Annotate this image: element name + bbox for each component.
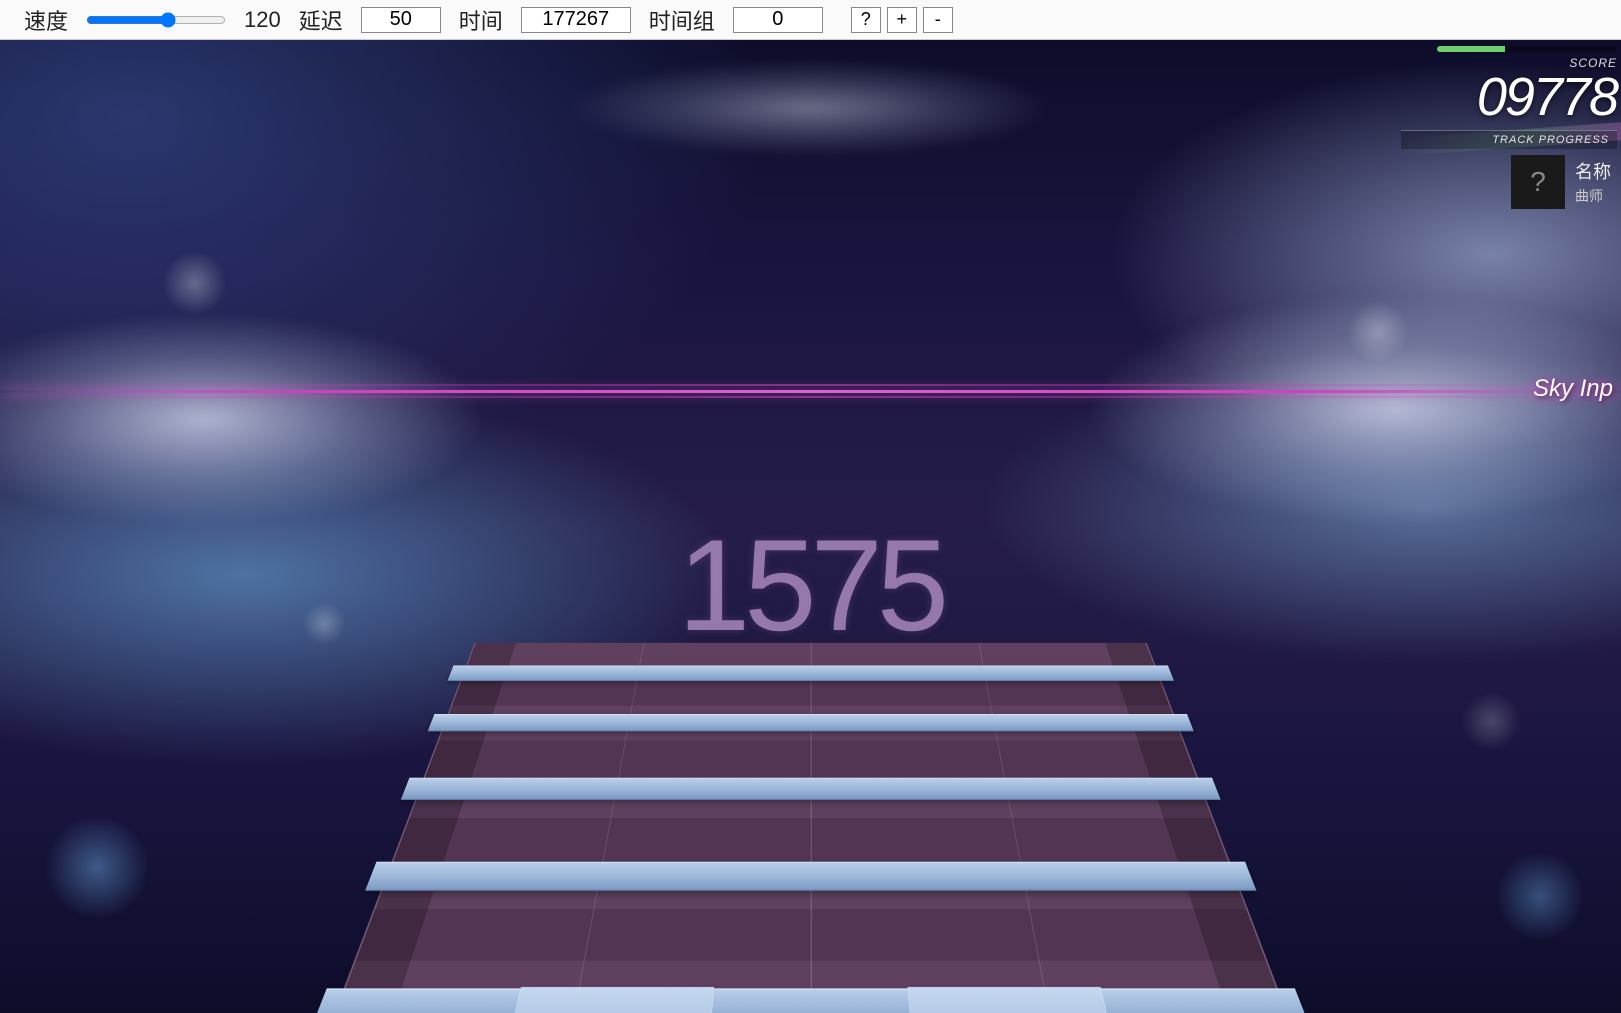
cloud-decoration: [1086, 293, 1621, 527]
hold-note: [400, 778, 1220, 800]
note-segment: [907, 987, 1111, 1013]
speed-slider[interactable]: [86, 12, 226, 28]
artwork-placeholder-icon: ?: [1530, 166, 1546, 198]
note-segment: [510, 987, 714, 1013]
delay-input[interactable]: [361, 7, 441, 33]
song-info-card: ? 名称 曲师: [1401, 155, 1617, 209]
editor-toolbar: 速度 120 延迟 时间 时间组 ? + -: [0, 0, 1621, 40]
cloud-decoration: [0, 312, 486, 526]
timegroup-input[interactable]: [733, 7, 823, 33]
timegroup-label: 时间组: [649, 4, 715, 36]
sky-input-line: [0, 390, 1621, 393]
song-metadata: 名称 曲师: [1575, 158, 1611, 206]
track-progress-label: TRACK PROGRESS: [1401, 130, 1617, 149]
hold-note: [365, 862, 1256, 891]
sky-input-label: Sky Inp: [1533, 375, 1613, 403]
hold-note: [447, 665, 1174, 681]
hold-note: [427, 714, 1193, 731]
cloud-decoration: [567, 59, 1053, 156]
minus-button[interactable]: -: [923, 7, 953, 33]
hold-note: [311, 988, 1310, 1013]
delay-label: 延迟: [299, 4, 343, 36]
speed-value: 120: [244, 7, 281, 33]
time-input[interactable]: [521, 7, 631, 33]
song-title: 名称: [1575, 158, 1611, 184]
time-label: 时间: [459, 4, 503, 36]
game-viewport[interactable]: Sky Inp: [0, 40, 1621, 1013]
score-panel: SCORE 09778 TRACK PROGRESS ? 名称 曲师: [1401, 40, 1621, 209]
plus-button[interactable]: +: [887, 7, 917, 33]
song-artist: 曲师: [1575, 186, 1611, 206]
help-button[interactable]: ?: [851, 7, 881, 33]
health-bar: [1437, 46, 1617, 52]
speed-label: 速度: [24, 4, 68, 36]
combo-counter: 1575: [678, 510, 943, 660]
song-artwork: ?: [1511, 155, 1565, 209]
health-bar-fill: [1437, 46, 1505, 52]
score-value: 09778: [1401, 70, 1617, 124]
